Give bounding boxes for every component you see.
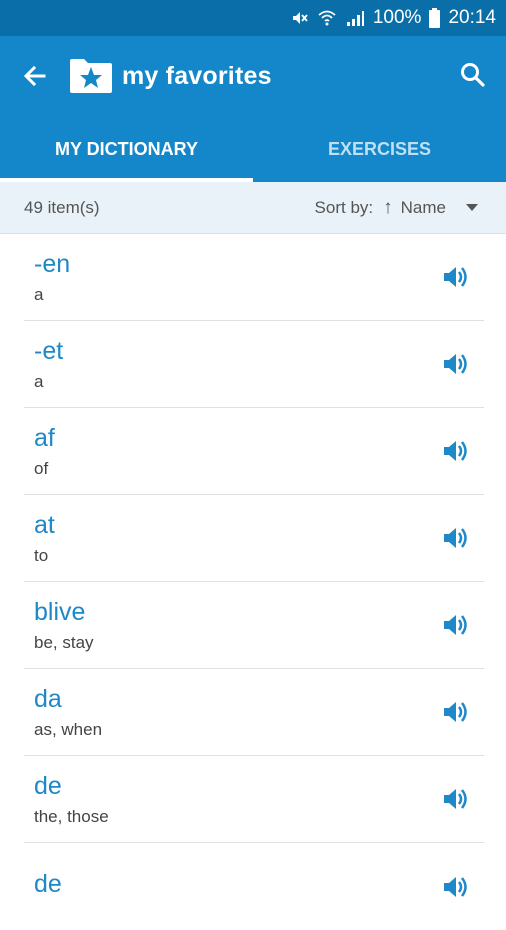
entry-translation: to <box>34 546 49 565</box>
list-item[interactable]: -en a <box>24 234 484 321</box>
mute-icon <box>291 9 309 27</box>
list-item[interactable]: at to <box>24 495 484 582</box>
signal-icon <box>345 9 365 27</box>
list-item[interactable]: de the, those <box>24 756 484 843</box>
entry-word: at <box>34 511 55 539</box>
tab-my-dictionary[interactable]: MY DICTIONARY <box>0 116 253 182</box>
back-button[interactable] <box>20 61 50 91</box>
speaker-icon[interactable] <box>440 783 472 815</box>
status-bar: 100% 20:14 <box>0 0 506 36</box>
speaker-icon[interactable] <box>440 261 472 293</box>
entry-word: -et <box>34 337 64 365</box>
entry-word: blive <box>34 598 86 626</box>
arrow-left-icon <box>23 65 46 87</box>
list-item[interactable]: -et a <box>24 321 484 408</box>
list-item[interactable]: blive be, stay <box>24 582 484 669</box>
speaker-icon[interactable] <box>440 696 472 728</box>
tab-exercises[interactable]: EXERCISES <box>253 116 506 182</box>
chevron-down-icon[interactable] <box>466 204 478 211</box>
sort-label: Sort by: <box>314 197 374 217</box>
app-bar: my favorites <box>0 36 506 116</box>
entry-word: de <box>34 772 62 800</box>
tab-label: MY DICTIONARY <box>54 138 198 159</box>
entry-word: de <box>34 869 62 898</box>
search-icon <box>461 63 485 87</box>
entry-word: af <box>34 424 55 452</box>
folder-star-icon <box>68 56 114 96</box>
page-title: my favorites <box>122 61 272 90</box>
entry-translation: as, when <box>34 720 103 739</box>
search-button[interactable] <box>458 60 488 90</box>
tab-label: EXERCISES <box>327 138 432 159</box>
list-item[interactable]: de <box>24 843 484 930</box>
entry-translation: a <box>34 372 44 391</box>
list-item[interactable]: da as, when <box>24 669 484 756</box>
entry-translation: the, those <box>34 807 109 826</box>
list-item[interactable]: af of <box>24 408 484 495</box>
battery-icon <box>429 8 441 28</box>
entry-translation: be, stay <box>34 633 94 652</box>
entry-translation: of <box>34 459 49 478</box>
item-count: 49 item(s) <box>24 197 100 217</box>
entry-translation: a <box>34 285 44 304</box>
speaker-icon[interactable] <box>440 609 472 641</box>
sort-bar: 49 item(s) Sort by: ↑ Name <box>0 182 506 234</box>
battery-percent: 100% <box>372 7 422 28</box>
clock: 20:14 <box>448 7 496 28</box>
tab-bar: MY DICTIONARY EXERCISES <box>0 116 506 182</box>
sort-dropdown[interactable]: Name <box>401 198 446 218</box>
speaker-icon[interactable] <box>440 435 472 467</box>
sort-direction-icon[interactable]: ↑ <box>383 197 393 219</box>
speaker-icon[interactable] <box>440 348 472 380</box>
entry-word: da <box>34 685 62 713</box>
wifi-icon <box>317 9 337 27</box>
speaker-icon[interactable] <box>440 522 472 554</box>
speaker-icon[interactable] <box>440 871 472 903</box>
entry-word: -en <box>34 250 71 278</box>
word-list: -en a -et a af of at to blive be, stay d… <box>0 234 506 930</box>
